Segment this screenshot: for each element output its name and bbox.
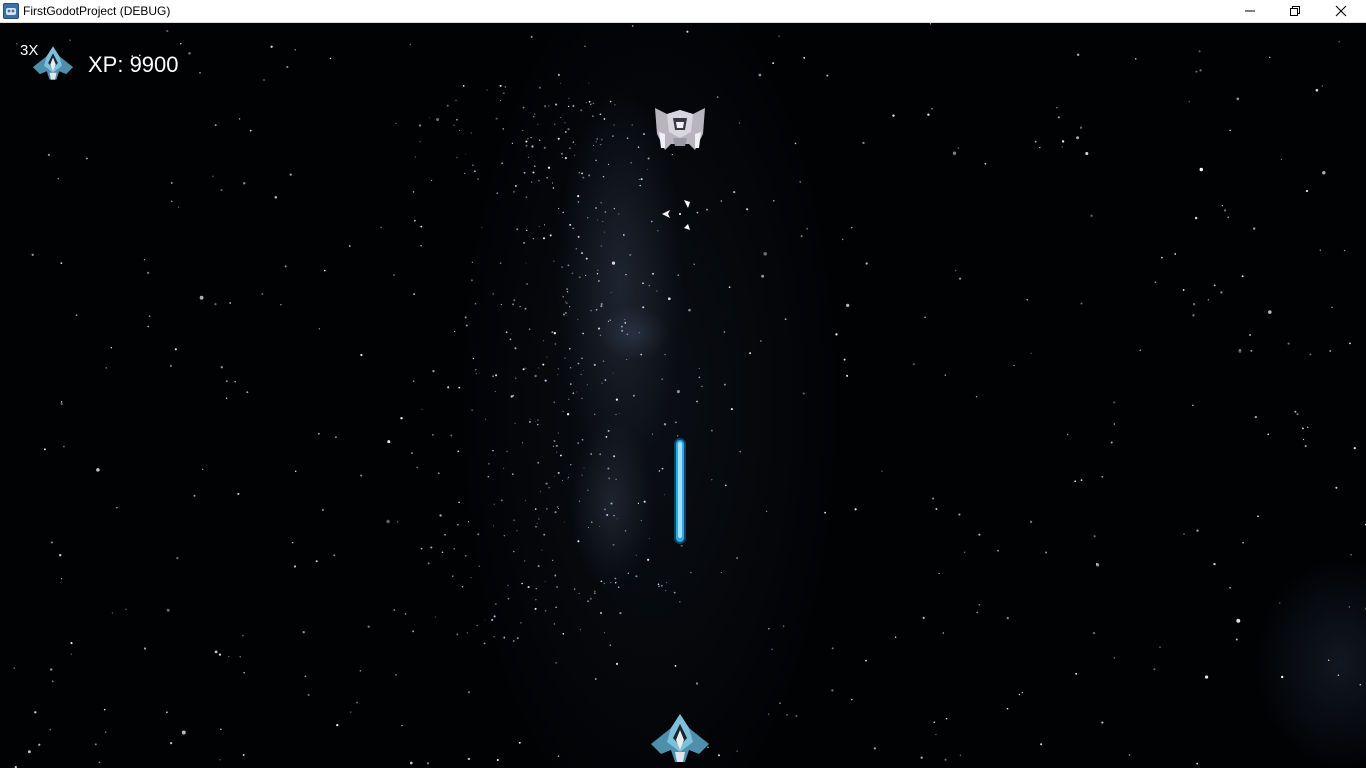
window-title: FirstGodotProject (DEBUG) [23,4,171,18]
godot-app-icon [3,3,19,19]
minimize-button[interactable] [1227,0,1273,22]
target-reticle [660,198,692,239]
game-window: FirstGodotProject (DEBUG) 3X XP: 9900 [0,0,1366,768]
title-bar[interactable]: FirstGodotProject (DEBUG) [0,0,1366,23]
game-viewport[interactable]: 3X XP: 9900 [0,23,1366,768]
minimize-icon [1245,10,1255,12]
laser-bolt [673,438,687,551]
close-icon [1335,5,1347,17]
player-ship-icon [31,45,75,86]
restore-button[interactable] [1272,0,1318,22]
player-ship[interactable] [648,712,712,768]
restore-icon [1290,6,1300,16]
close-button[interactable] [1318,0,1364,22]
enemy-ship [651,104,709,161]
xp-score: XP: 9900 [88,52,179,77]
